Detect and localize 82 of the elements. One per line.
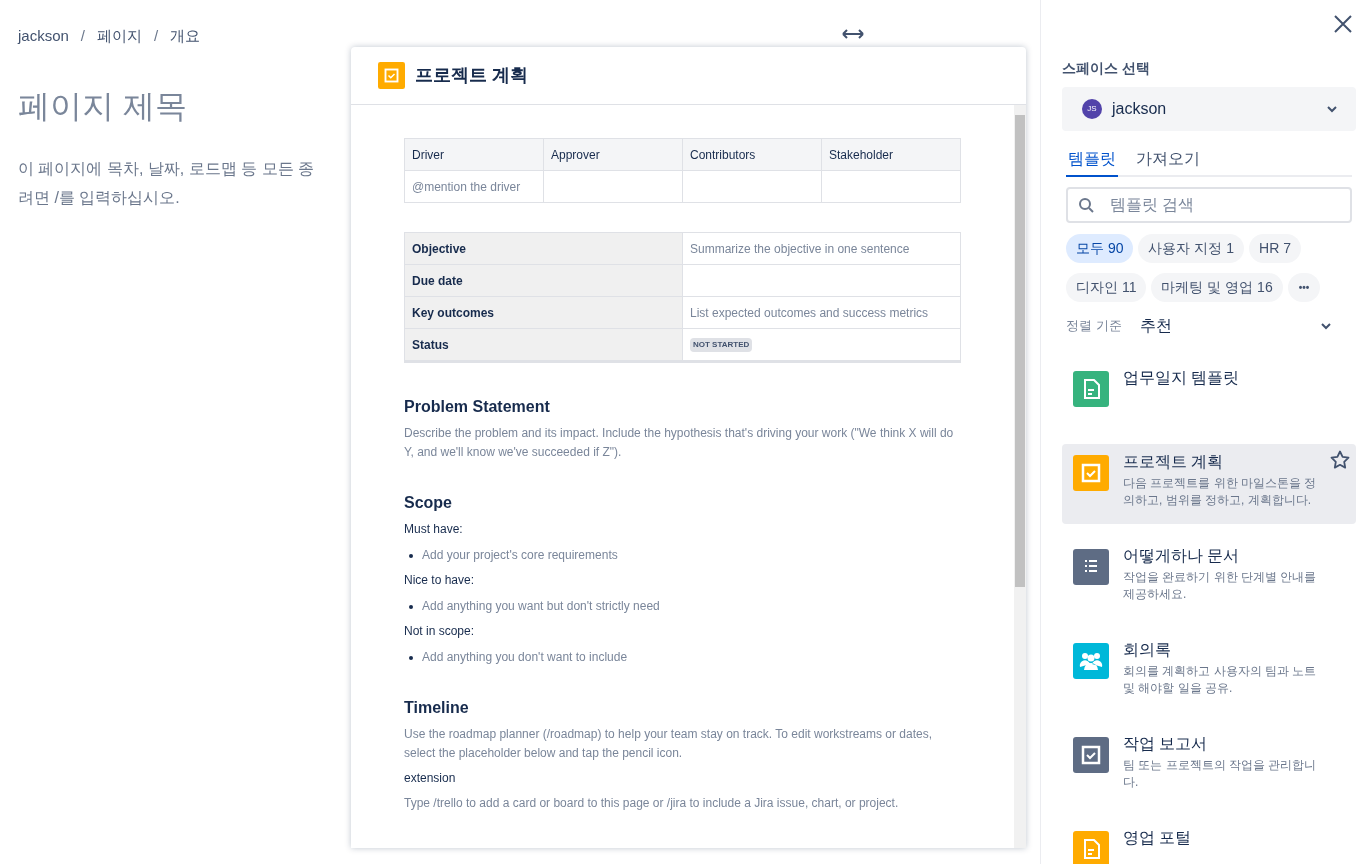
close-icon[interactable] bbox=[1334, 15, 1352, 33]
sort-dropdown[interactable]: 추천 bbox=[1139, 314, 1320, 338]
list-item-text: Add anything you don't want to include bbox=[422, 649, 628, 666]
template-title: 영업 포털 bbox=[1123, 828, 1192, 848]
label-text: extension bbox=[404, 770, 456, 787]
label-text: Must have: bbox=[404, 521, 463, 538]
checkbox-icon bbox=[1073, 737, 1109, 773]
chevron-down-icon bbox=[1320, 322, 1332, 330]
list-item-text: Add your project's core requirements bbox=[422, 547, 618, 564]
checkbox-icon bbox=[1073, 455, 1109, 491]
sort-label: 정렬 기준 bbox=[1066, 317, 1122, 336]
space-select[interactable]: JS jackson bbox=[1062, 87, 1356, 131]
table-row-label: Objective bbox=[405, 233, 683, 265]
section-label: 스페이스 선택 bbox=[1062, 59, 1150, 77]
bullet-icon bbox=[409, 553, 413, 558]
hint-text: Describe the problem and its impact. Include the hypothesis that's driving your work ("We think X will do Y, and we'll know we've succeeded if Z"). bbox=[404, 425, 955, 461]
section-heading: Scope bbox=[404, 493, 452, 513]
scrollbar-thumb[interactable] bbox=[1015, 115, 1025, 587]
list-icon bbox=[1073, 549, 1109, 585]
category-chip[interactable]: 마케팅 및 영업 16 bbox=[1151, 273, 1283, 302]
template-title: 어떻게하나 문서 bbox=[1123, 546, 1240, 566]
breadcrumb-link[interactable]: 개요 bbox=[170, 25, 201, 48]
section-heading: Problem Statement bbox=[404, 397, 550, 417]
label-text: Nice to have: bbox=[404, 572, 475, 589]
table-cell-text: List expected outcomes and success metrics bbox=[690, 304, 929, 322]
page-title[interactable]: 페이지 제목 bbox=[18, 85, 187, 126]
table-cell-text: @mention the driver bbox=[412, 178, 521, 196]
label-text: Not in scope: bbox=[404, 623, 475, 640]
search-icon bbox=[1078, 197, 1094, 213]
template-item[interactable]: 업무일지 템플릿 bbox=[1062, 360, 1356, 430]
template-item[interactable]: 프로젝트 계획 다음 프로젝트를 위한 마일스톤을 정의하고, 범위를 정하고, 계획합니다. bbox=[1062, 444, 1356, 524]
more-button[interactable]: ••• bbox=[1287, 273, 1321, 302]
table-header-cell: Stakeholder bbox=[822, 139, 961, 171]
category-chip[interactable]: 모두 90 bbox=[1066, 234, 1134, 263]
list-item-text: Add anything you want but don't strictly need bbox=[422, 598, 660, 615]
scrollbar[interactable] bbox=[1014, 105, 1026, 848]
template-item[interactable]: 영업 포털 bbox=[1062, 820, 1356, 864]
body-text: 이 페이지에 목차, 날짜, 로드맵 등 모든 종 bbox=[18, 158, 314, 179]
chevron-down-icon bbox=[1326, 105, 1338, 113]
hint-text: Type /trello to add a card or board to this page or /jira to include a Jira issue, chart, or project. bbox=[404, 795, 900, 812]
category-chip[interactable]: 디자인 11 bbox=[1066, 273, 1147, 302]
bullet-icon bbox=[409, 604, 413, 609]
template-item[interactable]: 회의록 회의를 계획하고 사용자의 팀과 노트 및 해야할 일을 공유. bbox=[1062, 632, 1356, 712]
category-chip[interactable]: HR 7 bbox=[1249, 234, 1301, 263]
expand-icon[interactable] bbox=[842, 28, 864, 40]
hint-text: Use the roadmap planner (/roadmap) to help your team stay on track. To edit workstreams or dates, select the placeholder below and tap the pencil icon. bbox=[404, 726, 934, 762]
template-title: 회의록 bbox=[1123, 640, 1171, 660]
status-lozenge: NOT STARTED bbox=[690, 337, 753, 352]
template-item[interactable]: 작업 보고서 팀 또는 프로젝트의 작업을 관리합니다. bbox=[1062, 726, 1356, 806]
breadcrumb-separator: / bbox=[80, 26, 86, 46]
template-description: 다음 프로젝트를 위한 마일스톤을 정의하고, 범위를 정하고, 계획합니다. bbox=[1123, 475, 1318, 509]
body-text: 려면 /를 입력하십시오. bbox=[18, 187, 180, 208]
table-row-label: Status bbox=[405, 329, 683, 361]
tab[interactable]: 가져오기 bbox=[1134, 147, 1202, 177]
checkbox-icon bbox=[378, 62, 405, 89]
avatar: JS bbox=[1082, 99, 1102, 119]
star-icon[interactable] bbox=[1330, 450, 1350, 470]
category-chip[interactable]: 사용자 지정 1 bbox=[1138, 234, 1245, 263]
template-title: 업무일지 템플릿 bbox=[1123, 368, 1240, 388]
table-header-cell: Contributors bbox=[683, 139, 822, 171]
document-icon bbox=[1073, 831, 1109, 864]
tab[interactable]: 템플릿 bbox=[1066, 147, 1118, 177]
template-description: 회의를 계획하고 사용자의 팀과 노트 및 해야할 일을 공유. bbox=[1123, 663, 1318, 697]
table-row-label: Due date bbox=[405, 265, 683, 297]
breadcrumb-link[interactable]: 페이지 bbox=[97, 25, 143, 48]
people-icon bbox=[1073, 643, 1109, 679]
template-description: 작업을 완료하기 위한 단계별 안내를 제공하세요. bbox=[1123, 569, 1318, 603]
breadcrumb-separator: / bbox=[154, 26, 159, 46]
preview-title: 프로젝트 계획 bbox=[415, 64, 528, 87]
template-item[interactable]: 어떻게하나 문서 작업을 완료하기 위한 단계별 안내를 제공하세요. bbox=[1062, 538, 1356, 618]
table-cell-text: Summarize the objective in one sentence bbox=[690, 240, 910, 258]
table-header-cell: Approver bbox=[544, 139, 683, 171]
section-heading: Timeline bbox=[404, 698, 469, 718]
table-header-cell: Driver bbox=[405, 139, 544, 171]
template-title: 프로젝트 계획 bbox=[1123, 452, 1224, 472]
template-description: 팀 또는 프로젝트의 작업을 관리합니다. bbox=[1123, 757, 1318, 791]
breadcrumb-link[interactable]: jackson bbox=[18, 25, 69, 48]
document-icon bbox=[1073, 371, 1109, 407]
table-row-label: Key outcomes bbox=[405, 297, 683, 329]
template-title: 작업 보고서 bbox=[1123, 734, 1208, 754]
bullet-icon bbox=[409, 655, 413, 660]
search-field[interactable]: 템플릿 검색 bbox=[1066, 187, 1352, 223]
